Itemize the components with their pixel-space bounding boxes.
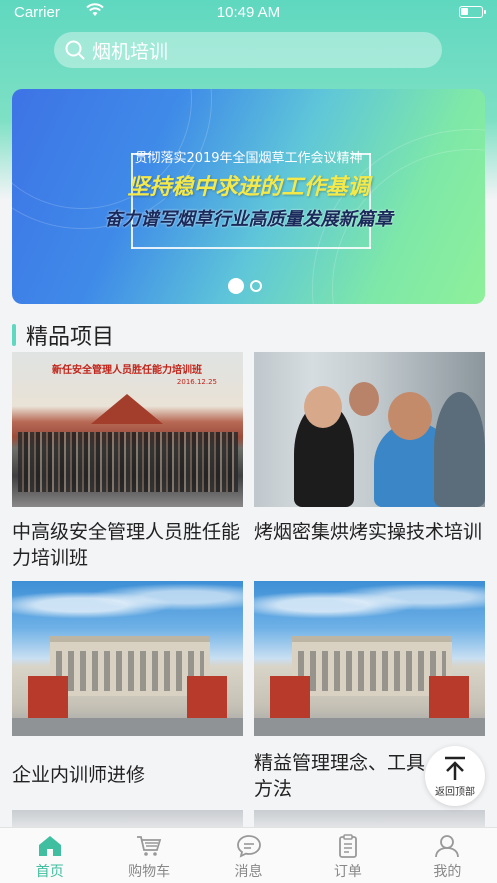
carousel-dot[interactable] xyxy=(250,280,262,292)
banner-line-2: 坚持稳中求进的工作基调 xyxy=(127,175,370,200)
section-header: 精品项目 xyxy=(12,320,114,350)
tab-label: 我的 xyxy=(433,864,462,880)
project-title: 精益管理理念、工具方法 xyxy=(254,752,426,800)
tab-cart[interactable]: 购物车 xyxy=(99,828,198,883)
tab-orders[interactable]: 订单 xyxy=(298,828,397,883)
photo-gate xyxy=(270,676,310,721)
photo-person xyxy=(388,392,432,440)
tab-profile[interactable]: 我的 xyxy=(398,828,497,883)
banner-line-1: 贯彻落实2019年全国烟草工作会议精神 xyxy=(134,151,363,166)
project-card[interactable]: 烤烟密集烘烤实操技术培训 xyxy=(254,352,485,545)
project-image xyxy=(254,352,485,507)
project-title: 企业内训师进修 xyxy=(12,764,146,786)
carousel-dot-active[interactable] xyxy=(228,278,244,294)
search-bar[interactable]: 烟机培训 xyxy=(54,32,442,68)
photo-building-windows xyxy=(56,651,204,691)
project-title: 烤烟密集烘烤实操技术培训 xyxy=(254,521,483,543)
section-accent-bar xyxy=(12,324,16,346)
photo-roof xyxy=(91,394,163,424)
photo-person xyxy=(304,386,342,428)
photo-crowd xyxy=(18,432,238,492)
photo-person xyxy=(349,382,379,416)
project-image xyxy=(254,581,485,736)
photo-ground xyxy=(12,718,243,736)
message-icon xyxy=(236,835,261,858)
tab-home[interactable]: 首页 xyxy=(0,828,99,883)
photo-sky xyxy=(254,581,485,621)
home-icon xyxy=(38,836,61,856)
tab-label: 购物车 xyxy=(128,864,171,880)
project-title: 中高级安全管理人员胜任能力培训班 xyxy=(12,521,241,569)
tab-label: 消息 xyxy=(234,864,263,880)
clock: 10:49 AM xyxy=(216,4,281,21)
search-icon xyxy=(65,40,85,60)
photo-gate xyxy=(187,676,227,721)
tab-bar: 首页 购物车 消息 订单 我的 xyxy=(0,827,497,883)
photo-gate xyxy=(429,676,469,721)
project-card[interactable]: 新任安全管理人员胜任能力培训班 2016.12.25 中高级安全管理人员胜任能力… xyxy=(12,352,243,571)
banner-frame-edge xyxy=(131,247,371,249)
tab-label: 订单 xyxy=(333,864,362,880)
search-input[interactable]: 烟机培训 xyxy=(92,37,168,64)
back-to-top-button[interactable]: 返回顶部 xyxy=(425,746,485,806)
carousel-indicator[interactable] xyxy=(228,278,262,294)
tab-messages[interactable]: 消息 xyxy=(199,828,298,883)
banner-line-3: 奋力谱写烟草行业高质量发展新篇章 xyxy=(104,209,393,230)
photo-sky xyxy=(12,581,243,621)
profile-icon xyxy=(435,835,460,858)
photo-person xyxy=(434,392,485,507)
tab-label: 首页 xyxy=(35,864,64,880)
project-card[interactable]: 企业内训师进修 xyxy=(12,581,243,788)
banner-carousel[interactable]: 贯彻落实2019年全国烟草工作会议精神 坚持稳中求进的工作基调 奋力谱写烟草行业… xyxy=(12,89,485,304)
order-icon xyxy=(339,834,357,858)
cart-icon xyxy=(137,836,162,856)
project-image xyxy=(12,581,243,736)
banner-frame xyxy=(131,153,371,249)
photo-gate xyxy=(28,676,68,721)
status-bar: Carrier 10:49 AM xyxy=(0,0,497,26)
section-title: 精品项目 xyxy=(26,325,115,350)
arrow-up-icon xyxy=(445,756,465,780)
photo-date-text: 2016.12.25 xyxy=(176,378,217,386)
photo-ground xyxy=(254,718,485,736)
back-to-top-label: 返回顶部 xyxy=(435,786,475,798)
battery-icon xyxy=(459,6,486,18)
photo-building-windows xyxy=(298,651,446,691)
project-image: 新任安全管理人员胜任能力培训班 2016.12.25 xyxy=(12,352,243,507)
